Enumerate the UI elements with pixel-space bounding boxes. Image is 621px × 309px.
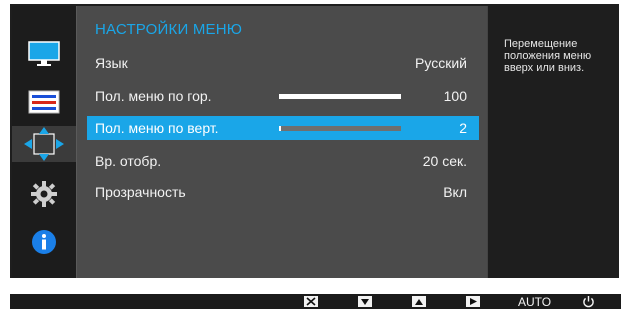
enter-key[interactable] xyxy=(466,295,480,308)
close-key[interactable] xyxy=(304,295,318,308)
menu-item-display-time[interactable]: Вр. отобр. 20 сек. xyxy=(87,149,479,173)
play-arrow-icon xyxy=(470,298,477,305)
setup-menu-item[interactable] xyxy=(12,176,76,212)
menu-item-value: 20 сек. xyxy=(422,153,467,169)
menu-item-v-position[interactable]: Пол. меню по верт. 2 xyxy=(87,116,479,140)
gear-icon xyxy=(31,181,57,207)
close-icon xyxy=(306,297,316,306)
power-icon xyxy=(583,296,594,308)
menu-item-label: Пол. меню по гор. xyxy=(95,88,212,104)
menu-item-label: Прозрачность xyxy=(95,184,186,200)
menu-item-label: Язык xyxy=(95,55,128,71)
bottom-key-bar: AUTO xyxy=(10,294,621,309)
down-arrow-icon xyxy=(361,298,369,305)
auto-label: AUTO xyxy=(518,294,552,309)
menu-item-language[interactable]: Язык Русский xyxy=(87,51,479,75)
color-menu-item[interactable] xyxy=(12,84,76,120)
info-icon xyxy=(32,230,56,254)
osd-sidebar xyxy=(12,6,76,278)
v-position-slider[interactable] xyxy=(279,126,401,131)
auto-key[interactable]: AUTO xyxy=(518,294,552,309)
menu-title: НАСТРОЙКИ МЕНЮ xyxy=(95,21,243,38)
help-text: Перемещение положения меню вверх или вни… xyxy=(504,38,592,74)
power-key[interactable] xyxy=(582,295,595,308)
slider-fill xyxy=(279,126,282,131)
help-panel: Перемещение положения меню вверх или вни… xyxy=(487,6,618,278)
menu-item-value: 100 xyxy=(443,88,467,104)
menu-item-transparency[interactable]: Прозрачность Вкл xyxy=(87,180,479,204)
picture-menu-item[interactable] xyxy=(12,36,76,72)
osd-menu-panel: НАСТРОЙКИ МЕНЮ Язык Русский Пол. меню по… xyxy=(76,6,487,278)
settings-list-icon xyxy=(28,90,60,114)
monitor-icon xyxy=(28,41,60,66)
menu-item-value: 2 xyxy=(459,120,467,136)
position-arrows-icon xyxy=(24,127,64,161)
menu-item-label: Пол. меню по верт. xyxy=(95,120,219,136)
up-key[interactable] xyxy=(412,295,426,308)
h-position-slider[interactable] xyxy=(279,94,401,99)
information-menu-item[interactable] xyxy=(12,224,76,260)
menu-item-value: Русский xyxy=(415,55,467,71)
menu-item-value: Вкл xyxy=(443,184,467,200)
menu-item-label: Вр. отобр. xyxy=(95,153,162,169)
menu-item-h-position[interactable]: Пол. меню по гор. 100 xyxy=(87,84,479,108)
size-position-menu-item[interactable] xyxy=(12,126,76,162)
down-key[interactable] xyxy=(358,295,372,308)
slider-fill xyxy=(279,94,401,99)
up-arrow-icon xyxy=(415,298,423,305)
